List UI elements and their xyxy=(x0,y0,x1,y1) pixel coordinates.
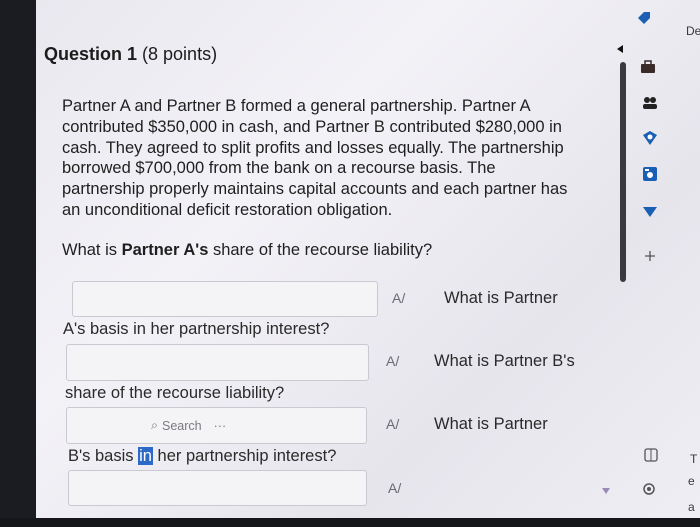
edge-text: a xyxy=(688,500,695,514)
question-title: Question 1 xyxy=(44,44,138,64)
answer-field-4[interactable] xyxy=(68,470,367,506)
search-pill-label: Search xyxy=(162,418,202,433)
answer-field-2[interactable] xyxy=(66,344,369,381)
screen: Question 1 (8 points) Partner A and Part… xyxy=(36,0,700,518)
spellcheck-icon[interactable]: A/ xyxy=(388,480,401,496)
chevron-left-icon[interactable] xyxy=(616,44,624,54)
search-pill[interactable]: ⌕ Search ··· xyxy=(151,418,226,433)
question-points: (8 points) xyxy=(142,44,218,64)
question-panel: Question 1 (8 points) Partner A and Part… xyxy=(36,0,606,518)
right-toolbar xyxy=(602,0,700,518)
label-text-end: her partnership interest? xyxy=(152,447,337,465)
prompt-text-end: share of the recourse liability? xyxy=(208,241,433,259)
question-header: Question 1 (8 points) xyxy=(44,44,217,65)
people-icon[interactable] xyxy=(642,96,658,110)
field-2-label-part2: A's basis in her partnership interest? xyxy=(63,320,330,338)
edge-text: T xyxy=(690,452,698,466)
spellcheck-icon[interactable]: A/ xyxy=(386,416,399,432)
search-icon: ⌕ xyxy=(151,418,159,432)
plus-icon[interactable] xyxy=(644,250,656,262)
image-icon[interactable] xyxy=(642,166,658,182)
prompt-bold: Partner A's xyxy=(121,241,209,259)
screen-bezel xyxy=(0,518,700,527)
field-3-label-part1: What is Partner B's xyxy=(434,352,575,370)
question-body: Partner A and Partner B formed a general… xyxy=(62,97,568,219)
gear-icon[interactable] xyxy=(642,482,656,496)
spellcheck-icon[interactable]: A/ xyxy=(386,353,399,369)
field-4-label-part1: What is Partner xyxy=(434,415,548,433)
field-2-label-part1: What is Partner xyxy=(444,289,558,307)
question-prompt: What is Partner A's share of the recours… xyxy=(62,241,432,260)
arrow-down-icon[interactable] xyxy=(602,488,610,494)
label-text: B's basis xyxy=(68,447,139,465)
answer-field-1[interactable] xyxy=(72,281,378,317)
field-3-label-part2: share of the recourse liability? xyxy=(65,384,285,402)
edge-text: De xyxy=(686,24,700,38)
more-icon[interactable]: ··· xyxy=(214,419,227,433)
prompt-text: What is xyxy=(62,241,122,259)
stop-icon[interactable] xyxy=(644,448,658,462)
briefcase-icon[interactable] xyxy=(640,60,656,74)
shield-icon[interactable] xyxy=(642,130,658,146)
filter-icon[interactable] xyxy=(642,206,658,218)
selected-text: in xyxy=(138,447,153,465)
spellcheck-icon[interactable]: A/ xyxy=(392,290,405,306)
field-4-label-part2: B's basis in her partnership interest? xyxy=(68,447,336,466)
edge-text: e xyxy=(688,474,695,488)
tag-icon[interactable] xyxy=(636,10,652,26)
